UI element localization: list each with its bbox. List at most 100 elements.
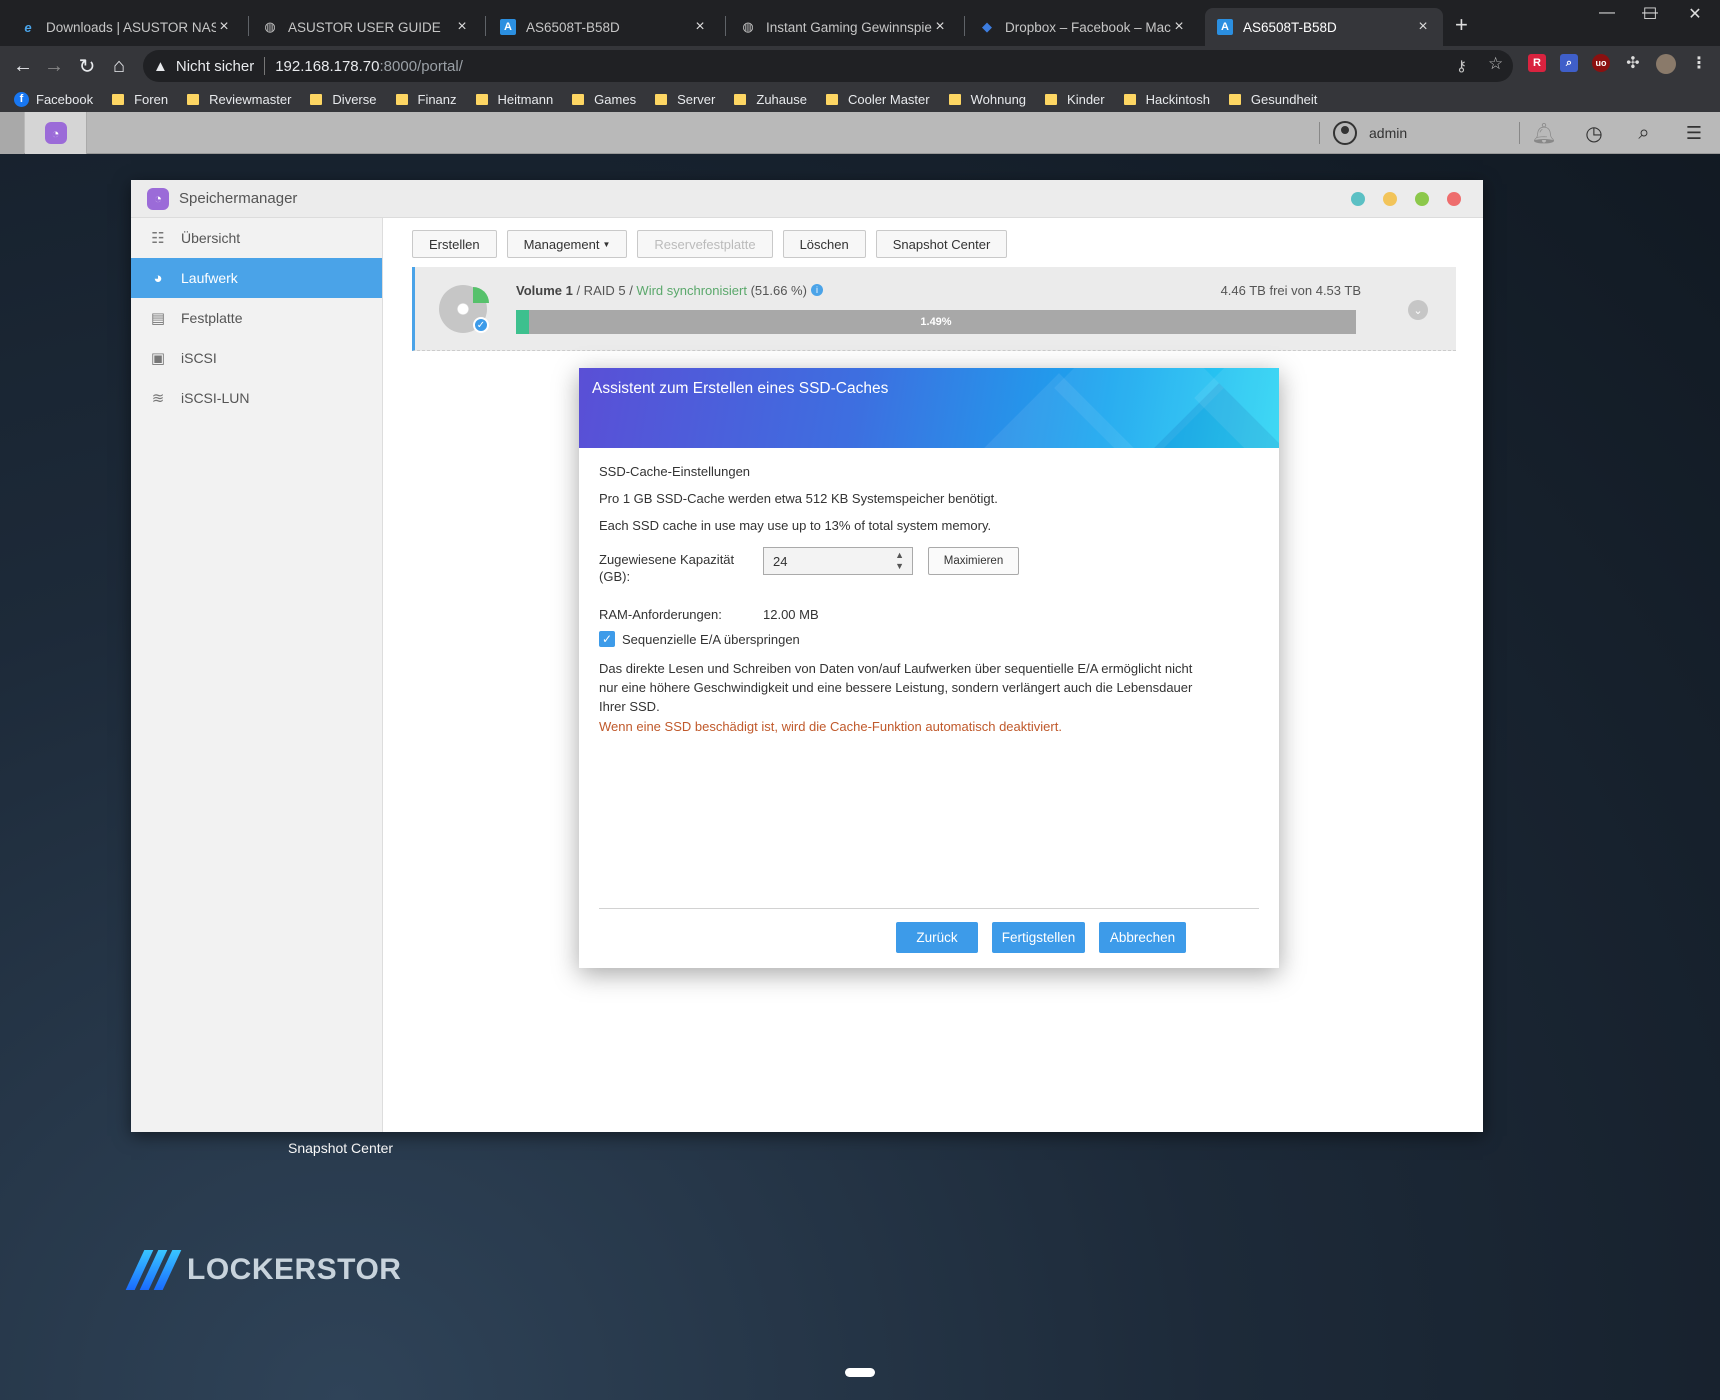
avatar[interactable] — [1656, 54, 1676, 74]
extension-r-icon[interactable]: R — [1528, 54, 1546, 72]
spare-disk-button[interactable]: Reservefestplatte — [637, 230, 773, 258]
reload-icon[interactable]: ↻ — [73, 52, 101, 80]
sidebar-item-label: Laufwerk — [181, 270, 238, 286]
tab-instant-gaming[interactable]: ◍ Instant Gaming Gewinnspiel | Ha × — [728, 8, 960, 46]
folder-icon — [1228, 93, 1241, 105]
delete-button[interactable]: Löschen — [782, 230, 866, 258]
settings-panel-icon[interactable]: ☰ — [1682, 121, 1706, 145]
bookmark-facebook[interactable]: f Facebook — [14, 91, 93, 107]
bookmark-folder[interactable]: Zuhause — [734, 92, 807, 107]
folder-icon — [1045, 93, 1058, 105]
volume-icon: ◕ — [153, 269, 163, 287]
bookmark-folder[interactable]: Games — [572, 92, 636, 107]
tab-title: Instant Gaming Gewinnspiel | Ha — [766, 19, 932, 35]
warning-text: Wenn eine SSD beschädigt ist, wird die C… — [599, 719, 1062, 734]
bookmark-folder[interactable]: Cooler Master — [825, 92, 930, 107]
activity-clock-icon[interactable]: ◷ — [1582, 121, 1606, 145]
window-titlebar[interactable]: ◔ Speichermanager — [131, 180, 1483, 218]
user-name[interactable]: admin — [1369, 125, 1407, 141]
key-icon[interactable]: ⚷ — [1456, 57, 1467, 75]
snapshot-center-button[interactable]: Snapshot Center — [875, 230, 1008, 258]
browser-toolbar: ← → ↻ ⌂ ▲ Nicht sicher 192.168.178.70:80… — [0, 46, 1720, 86]
new-tab-icon[interactable]: + — [1455, 12, 1468, 38]
menu-kebab-icon[interactable]: ⋮ — [1690, 54, 1708, 72]
taskbar-storage-manager[interactable]: ◔ — [25, 112, 87, 154]
bookmark-folder[interactable]: Kinder — [1045, 92, 1105, 107]
tab-title: AS6508T-B58D — [526, 19, 620, 35]
back-button[interactable]: Zurück — [896, 922, 978, 953]
search-icon[interactable]: ⌕ — [1632, 121, 1656, 145]
window-minimize-dot[interactable] — [1383, 192, 1397, 206]
puzzle-icon[interactable]: ✣ — [1624, 54, 1642, 72]
tab-dropbox[interactable]: ◆ Dropbox – Facebook – Machen S × — [967, 8, 1199, 46]
close-icon[interactable]: × — [1171, 18, 1187, 36]
management-dropdown[interactable]: Management ▼ — [506, 230, 628, 258]
window-maximize-dot[interactable] — [1415, 192, 1429, 206]
info-icon[interactable]: i — [810, 284, 823, 296]
memory-note: Pro 1 GB SSD-Cache werden etwa 512 KB Sy… — [599, 491, 998, 506]
dropbox-icon: ◆ — [982, 19, 992, 34]
bookmark-folder[interactable]: Gesundheit — [1228, 92, 1317, 107]
sidebar-item-overview[interactable]: ☷ Übersicht — [131, 218, 382, 258]
volume-disk-icon: ✓ — [439, 285, 489, 333]
capacity-label: Zugewiesene Kapazität (GB): — [599, 552, 735, 584]
spinner-icon[interactable]: ▲ ▼ — [895, 550, 904, 572]
memory-limit-note: Each SSD cache in use may use up to 13% … — [599, 518, 992, 533]
maximize-button[interactable]: Maximieren — [928, 547, 1019, 575]
sidebar-item-iscsi[interactable]: ▣ iSCSI — [131, 338, 382, 378]
tab-user-guide[interactable]: ◍ ASUSTOR USER GUIDE × — [250, 8, 482, 46]
asustor-a-icon: A — [1217, 19, 1233, 35]
close-icon[interactable]: × — [216, 18, 232, 36]
skip-sequential-checkbox[interactable]: ✓ — [599, 631, 615, 647]
ublock-icon[interactable]: uo — [1592, 54, 1610, 72]
sidebar-item-iscsi-lun[interactable]: ≋ iSCSI-LUN — [131, 378, 382, 418]
chevron-down-icon[interactable]: ⌄ — [1408, 300, 1428, 320]
close-window-icon[interactable]: ✕ — [1670, 4, 1720, 24]
skip-sequential-label[interactable]: Sequenzielle E/A überspringen — [622, 632, 800, 647]
bookmark-folder[interactable]: Server — [655, 92, 715, 107]
action-toolbar: Erstellen Management ▼ Reservefestplatte … — [412, 230, 1017, 258]
database-icon: ≋ — [151, 390, 165, 407]
management-label: Management — [523, 236, 600, 252]
sidebar-item-volume[interactable]: ◕ Laufwerk — [131, 258, 382, 298]
bookmark-folder[interactable]: Reviewmaster — [187, 92, 291, 107]
capacity-input[interactable]: 24 ▲ ▼ — [763, 547, 913, 575]
security-label: Nicht sicher — [175, 57, 255, 75]
close-icon[interactable]: × — [454, 18, 470, 36]
bookmark-folder[interactable]: Finanz — [395, 92, 457, 107]
finish-button[interactable]: Fertigstellen — [992, 922, 1085, 953]
star-icon[interactable]: ☆ — [1488, 54, 1503, 74]
warning-icon: ▲ — [153, 57, 168, 75]
close-icon[interactable]: × — [1415, 18, 1431, 36]
dock-handle[interactable] — [845, 1368, 875, 1377]
forward-icon[interactable]: → — [40, 52, 68, 80]
bookmark-folder[interactable]: Heitmann — [475, 92, 553, 107]
cancel-button[interactable]: Abbrechen — [1099, 922, 1186, 953]
window-restore-dot[interactable] — [1351, 192, 1365, 206]
maximize-icon[interactable]: ☐ — [1625, 4, 1675, 24]
sidebar-item-label: iSCSI — [181, 350, 217, 366]
bell-icon[interactable]: 🔔︎ — [1531, 121, 1556, 145]
user-icon[interactable] — [1333, 121, 1357, 145]
nas-taskbar: ◔ admin 🔔︎ ◷ ⌕ ☰ — [0, 112, 1720, 154]
close-icon[interactable]: × — [932, 18, 948, 36]
bookmark-folder[interactable]: Diverse — [310, 92, 377, 107]
volume-row[interactable]: ✓ Volume 1 / RAID 5 / Wird synchronisier… — [412, 267, 1456, 351]
home-icon[interactable]: ⌂ — [105, 52, 133, 80]
tab-downloads[interactable]: e Downloads | ASUSTOR NAS × — [8, 8, 244, 46]
address-bar[interactable]: ▲ Nicht sicher 192.168.178.70:8000/porta… — [143, 50, 1513, 82]
tab-nas-active[interactable]: A AS6508T-B58D × — [1205, 8, 1443, 46]
url-path: :8000/portal/ — [379, 57, 463, 75]
desktop-shortcut-snapshot-center[interactable]: Snapshot Center — [288, 1140, 393, 1156]
back-icon[interactable]: ← — [9, 52, 37, 80]
tab-nas-1[interactable]: A AS6508T-B58D × — [488, 8, 720, 46]
window-close-dot[interactable] — [1447, 192, 1461, 206]
bookmark-folder[interactable]: Hackintosh — [1123, 92, 1210, 107]
extension-search-icon[interactable]: ⌕ — [1560, 54, 1578, 72]
bookmark-folder[interactable]: Foren — [112, 92, 168, 107]
create-button[interactable]: Erstellen — [412, 230, 497, 258]
sidebar-item-disk[interactable]: ▤ Festplatte — [131, 298, 382, 338]
bookmark-folder[interactable]: Wohnung — [948, 92, 1026, 107]
close-icon[interactable]: × — [692, 18, 708, 36]
taskbar-handle[interactable] — [0, 112, 24, 154]
